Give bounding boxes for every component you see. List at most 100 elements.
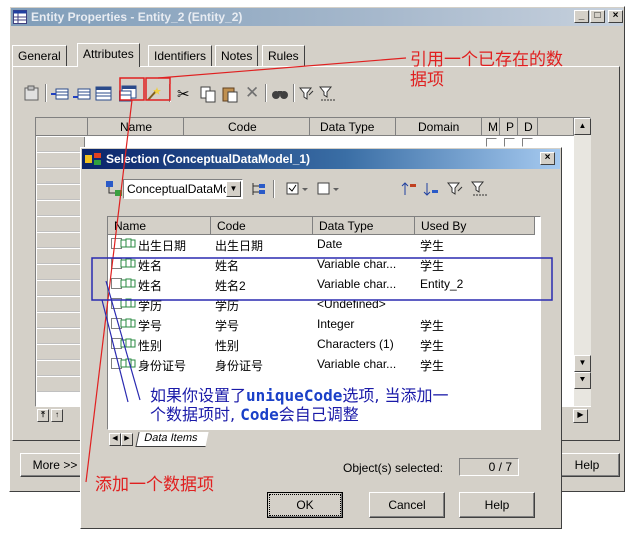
minimize-button[interactable]: _ bbox=[574, 10, 589, 23]
row-type: Variable char... bbox=[317, 257, 397, 271]
column-used-by[interactable]: Used By bbox=[415, 217, 535, 235]
grid-vertical-scrollbar[interactable]: ▲ ▼ ⯆ bbox=[574, 118, 591, 406]
row-header[interactable] bbox=[37, 217, 85, 232]
column-code[interactable]: Code bbox=[211, 217, 313, 235]
row-header[interactable] bbox=[37, 281, 85, 296]
insert-row-icon[interactable] bbox=[51, 85, 69, 103]
row-header[interactable] bbox=[37, 185, 85, 200]
grid-header-p[interactable]: P bbox=[500, 118, 518, 136]
row-header[interactable] bbox=[37, 345, 85, 360]
selection-close-button[interactable]: × bbox=[540, 152, 555, 165]
tab-rules[interactable]: Rules bbox=[262, 45, 305, 67]
tab-identifiers[interactable]: Identifiers bbox=[148, 45, 213, 67]
paste-icon[interactable] bbox=[221, 85, 239, 103]
filter-settings-icon[interactable] bbox=[471, 181, 489, 197]
filter-icon[interactable] bbox=[299, 85, 317, 103]
properties-icon[interactable] bbox=[23, 85, 41, 103]
sort-ascending-icon[interactable] bbox=[401, 181, 417, 197]
column-data-type[interactable]: Data Type bbox=[313, 217, 415, 235]
sort-descending-icon[interactable] bbox=[423, 181, 439, 197]
list-item[interactable]: 出生日期 出生日期 Date 学生 bbox=[108, 236, 538, 253]
list-item[interactable]: 学历 学历 <Undefined> bbox=[108, 296, 538, 313]
toolbar-separator bbox=[293, 84, 295, 102]
scroll-down-button[interactable]: ▼ bbox=[574, 355, 591, 372]
objects-selected-count: 0 / 7 bbox=[488, 460, 512, 474]
row-header[interactable] bbox=[37, 201, 85, 216]
grid-header-data-type[interactable]: Data Type bbox=[310, 118, 396, 136]
sheet-next-button[interactable]: ▶ bbox=[121, 433, 133, 446]
grid-header-d[interactable]: D bbox=[518, 118, 538, 136]
wand-icon[interactable] bbox=[145, 85, 163, 103]
list-item[interactable]: 学号 学号 Integer 学生 bbox=[108, 316, 538, 333]
reuse-data-item-icon[interactable] bbox=[119, 85, 137, 103]
row-type: Characters (1) bbox=[317, 337, 394, 351]
row-header[interactable] bbox=[37, 329, 85, 344]
delete-icon[interactable]: ✕ bbox=[245, 83, 259, 103]
row-header[interactable] bbox=[37, 153, 85, 168]
objects-selected-value: 0 / 7 bbox=[459, 458, 519, 476]
row-header[interactable] bbox=[37, 137, 85, 152]
row-header[interactable] bbox=[37, 297, 85, 312]
list-item[interactable]: 性别 性别 Characters (1) 学生 bbox=[108, 336, 538, 353]
row-used-by: 学生 bbox=[420, 359, 445, 373]
selection-titlebar: Selection (ConceptualDataModel_1) × bbox=[82, 149, 560, 169]
move-top-button[interactable]: ⤒ bbox=[37, 409, 49, 422]
back-help-button[interactable]: Help bbox=[554, 453, 620, 477]
row-header[interactable] bbox=[37, 377, 85, 392]
ok-button[interactable]: OK bbox=[267, 492, 343, 518]
maximize-button[interactable]: □ bbox=[590, 10, 605, 23]
model-icon bbox=[106, 181, 122, 196]
hierarchy-icon[interactable] bbox=[251, 181, 267, 197]
row-used-by: Entity_2 bbox=[420, 277, 464, 291]
scroll-right-button[interactable]: ▶ bbox=[573, 409, 588, 423]
list-item[interactable]: 身份证号 身份证号 Variable char... 学生 bbox=[108, 356, 538, 373]
row-header[interactable] bbox=[37, 169, 85, 184]
tab-notes[interactable]: Notes bbox=[215, 45, 259, 67]
select-all-icon[interactable] bbox=[286, 181, 310, 197]
row-code: 姓名 bbox=[215, 259, 240, 273]
scroll-bottom-button[interactable]: ⯆ bbox=[574, 372, 591, 389]
find-icon[interactable] bbox=[271, 85, 289, 103]
tab-attributes[interactable]: Attributes bbox=[77, 43, 140, 67]
unique-annotation-text: 个数据项时, bbox=[150, 405, 241, 424]
row-name: 身份证号 bbox=[138, 359, 187, 373]
close-button[interactable]: × bbox=[608, 10, 623, 23]
cancel-button[interactable]: Cancel bbox=[369, 492, 445, 518]
grid-header-code[interactable]: Code bbox=[184, 118, 310, 136]
row-header[interactable] bbox=[37, 233, 85, 248]
row-header[interactable] bbox=[37, 313, 85, 328]
tab-general[interactable]: General bbox=[12, 45, 67, 67]
row-code: 学号 bbox=[215, 319, 240, 333]
data-item-icon bbox=[120, 318, 136, 328]
help-button[interactable]: Help bbox=[459, 492, 535, 518]
copy-icon[interactable] bbox=[199, 85, 217, 103]
grid-header-name[interactable]: Name bbox=[88, 118, 184, 136]
row-type: Integer bbox=[317, 317, 355, 331]
sheet-tab-data-items[interactable]: Data Items bbox=[135, 432, 209, 447]
model-select-value: ConceptualDataMo bbox=[127, 182, 230, 196]
add-data-item-icon[interactable] bbox=[95, 85, 113, 103]
filter-settings-icon[interactable] bbox=[319, 85, 337, 103]
deselect-all-icon[interactable] bbox=[317, 181, 341, 197]
cut-icon[interactable]: ✂ bbox=[177, 85, 190, 103]
list-item[interactable]: 姓名 姓名2 Variable char... Entity_2 bbox=[108, 276, 538, 293]
add-row-icon[interactable] bbox=[73, 85, 91, 103]
move-up-button[interactable]: ↑ bbox=[51, 409, 63, 422]
toolbar-separator bbox=[169, 84, 171, 102]
scroll-up-button[interactable]: ▲ bbox=[574, 118, 591, 135]
column-name[interactable]: Name bbox=[108, 217, 211, 235]
row-name: 姓名 bbox=[138, 259, 163, 273]
data-item-icon bbox=[120, 278, 136, 288]
model-select[interactable]: ConceptualDataMo ▼ bbox=[123, 179, 243, 199]
row-header[interactable] bbox=[37, 265, 85, 280]
list-item[interactable]: 姓名 姓名 Variable char... 学生 bbox=[108, 256, 538, 273]
row-header[interactable] bbox=[37, 361, 85, 376]
row-type: <Undefined> bbox=[317, 297, 386, 311]
grid-header-domain[interactable]: Domain bbox=[396, 118, 482, 136]
row-header[interactable] bbox=[37, 249, 85, 264]
grid-header-m[interactable]: M bbox=[482, 118, 500, 136]
chevron-down-icon[interactable]: ▼ bbox=[226, 181, 241, 197]
row-name: 出生日期 bbox=[138, 239, 187, 253]
sheet-prev-button[interactable]: ◀ bbox=[109, 433, 121, 446]
filter-icon[interactable] bbox=[447, 181, 465, 197]
